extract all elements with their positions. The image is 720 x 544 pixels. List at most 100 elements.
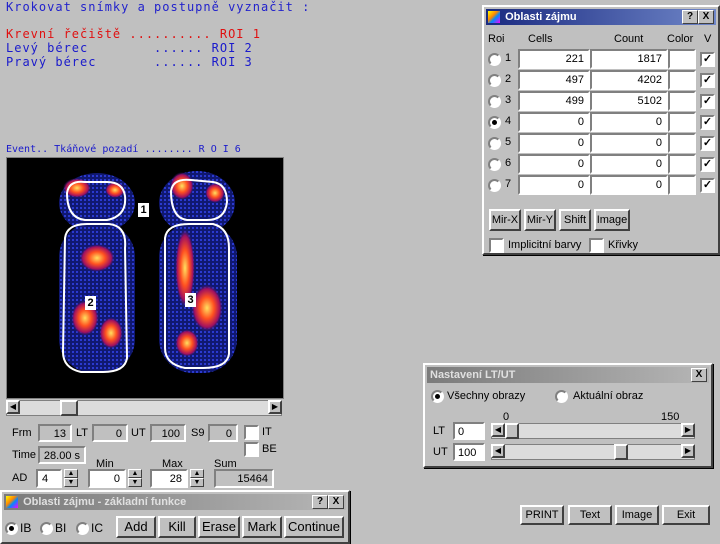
max-field[interactable]: 28 [150,469,188,488]
roi-visible-checkbox[interactable]: ✓ [700,52,715,67]
frame-scrollbar[interactable]: ◀ ▶ [6,400,282,416]
down-arrow-icon[interactable]: ▼ [64,478,78,487]
roi-row[interactable]: 6 0 0 ✓ [484,154,715,174]
roi-select-radio[interactable] [488,179,501,192]
roi-row[interactable]: 5 0 0 ✓ [484,133,715,153]
scroll-right-arrow-icon[interactable]: ▶ [268,400,282,414]
current-image-radio[interactable] [555,390,568,403]
time-label: Time [12,449,37,461]
it-checkbox[interactable] [244,425,259,440]
close-button[interactable]: X [328,495,344,509]
ic-radio[interactable] [76,522,89,535]
lt-ut-window-titlebar[interactable]: Nastavení LT/UT X [427,367,709,383]
help-button[interactable]: ? [312,495,328,509]
roi-row[interactable]: 7 0 0 ✓ [484,175,715,195]
be-checkbox[interactable] [244,442,259,457]
down-arrow-icon[interactable]: ▼ [190,478,204,487]
close-button[interactable]: X [691,368,707,382]
all-images-label: Všechny obrazy [447,390,526,402]
mir-x-button[interactable]: Mir-X [489,209,521,231]
roi-select-radio[interactable] [488,158,501,171]
roi-color-swatch[interactable] [668,175,696,195]
instructions-heading: Krokovat snímky a postupně vyznačit : [6,0,311,14]
roi-color-swatch[interactable] [668,112,696,132]
roi-1-label: 1 [138,203,149,217]
curves-checkbox[interactable] [589,238,604,253]
scroll-left-arrow-icon[interactable]: ◀ [6,400,20,414]
roi-row[interactable]: 2 497 4202 ✓ [484,70,715,90]
roi-visible-checkbox[interactable]: ✓ [700,115,715,130]
ut-slider-thumb[interactable] [613,444,628,460]
continue-button[interactable]: Continue [284,516,344,538]
roi-row[interactable]: 3 499 5102 ✓ [484,91,715,111]
exit-button[interactable]: Exit [662,505,710,525]
roi-visible-checkbox[interactable]: ✓ [700,157,715,172]
text-button[interactable]: Text [568,505,612,525]
frame-scrollbar-thumb[interactable] [60,400,78,416]
roi-color-swatch[interactable] [668,133,696,153]
scintigram-image[interactable]: 1 2 3 [6,157,284,399]
basic-functions-titlebar[interactable]: Oblasti zájmu - základní funkce ? X [4,494,346,510]
roi-row[interactable]: 4 0 0 ✓ [484,112,715,132]
roi-cells-field: 0 [518,175,590,195]
down-arrow-icon[interactable]: ▼ [128,478,142,487]
add-button[interactable]: Add [116,516,156,538]
slider-left-arrow-icon[interactable]: ◀ [491,444,505,458]
up-arrow-icon[interactable]: ▲ [128,469,142,478]
frame-scrollbar-track[interactable] [6,400,282,416]
implicit-colors-label: Implicitní barvy [508,239,582,251]
shift-button[interactable]: Shift [559,209,591,231]
roi-select-radio[interactable] [488,116,501,129]
ad-stepper[interactable]: ▲ ▼ [64,469,78,487]
kill-button[interactable]: Kill [158,516,196,538]
roi-row[interactable]: 1 221 1817 ✓ [484,49,715,69]
mark-button[interactable]: Mark [242,516,282,538]
lt-slider[interactable]: ◀ ▶ [491,423,695,439]
image-export-button[interactable]: Image [615,505,659,525]
erase-button[interactable]: Erase [198,516,240,538]
roi-color-swatch[interactable] [668,91,696,111]
roi-window-titlebar[interactable]: Oblasti zájmu ? X [486,9,716,25]
ib-radio[interactable] [5,522,18,535]
min-field[interactable]: 0 [88,469,126,488]
roi-select-radio[interactable] [488,95,501,108]
lt-ut-window: Nastavení LT/UT X Všechny obrazy Aktuáln… [423,363,713,468]
lt-input[interactable]: 0 [453,422,485,440]
close-button[interactable]: X [698,10,714,24]
roi-color-swatch[interactable] [668,49,696,69]
roi-window-title: Oblasti zájmu [505,11,577,23]
roi-count-field: 4202 [590,70,668,90]
roi-select-radio[interactable] [488,53,501,66]
help-button[interactable]: ? [682,10,698,24]
instruction-roi1: Krevní řečiště .......... ROI 1 [6,27,261,41]
image-button[interactable]: Image [594,209,630,231]
bi-radio[interactable] [40,522,53,535]
min-stepper[interactable]: ▲ ▼ [128,469,142,487]
slider-right-arrow-icon[interactable]: ▶ [681,423,695,437]
roi-visible-checkbox[interactable]: ✓ [700,94,715,109]
roi-visible-checkbox[interactable]: ✓ [700,73,715,88]
roi-visible-checkbox[interactable]: ✓ [700,136,715,151]
print-button[interactable]: PRINT [520,505,564,525]
mir-y-button[interactable]: Mir-Y [524,209,556,231]
lt-slider-label: LT [433,425,446,437]
slider-right-arrow-icon[interactable]: ▶ [681,444,695,458]
slider-left-arrow-icon[interactable]: ◀ [491,423,505,437]
roi-number: 2 [505,73,512,85]
roi-select-radio[interactable] [488,74,501,87]
ad-field[interactable]: 4 [36,469,62,488]
lt-slider-thumb[interactable] [505,423,519,439]
roi-visible-checkbox[interactable]: ✓ [700,178,715,193]
up-arrow-icon[interactable]: ▲ [190,469,204,478]
ut-input[interactable]: 100 [453,443,485,461]
roi-number: 7 [505,178,512,190]
ib-label: IB [20,521,32,535]
all-images-radio[interactable] [431,390,444,403]
up-arrow-icon[interactable]: ▲ [64,469,78,478]
implicit-colors-checkbox[interactable] [489,238,504,253]
ut-slider[interactable]: ◀ ▶ [491,444,695,460]
roi-color-swatch[interactable] [668,154,696,174]
roi-color-swatch[interactable] [668,70,696,90]
max-stepper[interactable]: ▲ ▼ [190,469,204,487]
roi-select-radio[interactable] [488,137,501,150]
